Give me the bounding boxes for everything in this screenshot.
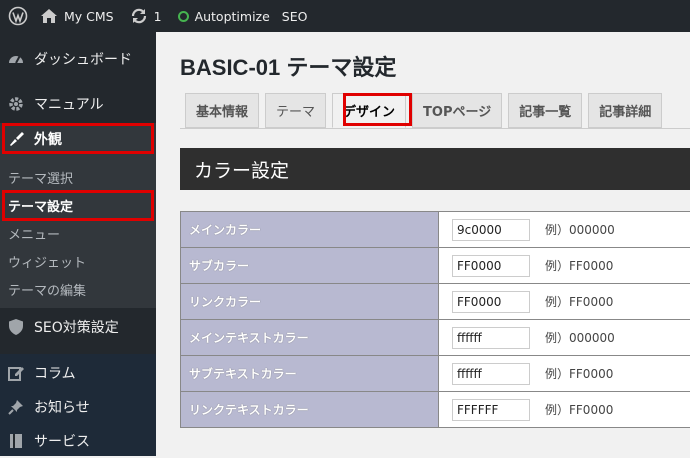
example-text: 例）FF0000 bbox=[545, 367, 614, 381]
refresh-icon bbox=[131, 8, 146, 24]
tab-theme[interactable]: テーマ bbox=[265, 93, 327, 128]
row-value: 例）FF0000 bbox=[439, 392, 690, 427]
highlight-box-design-tab bbox=[343, 93, 412, 126]
sub-color-input[interactable] bbox=[452, 254, 530, 277]
book-icon bbox=[6, 431, 26, 451]
tab-top-page[interactable]: TOPページ bbox=[412, 93, 503, 128]
menu-service-label: サービス bbox=[34, 434, 90, 450]
example-text: 例）FF0000 bbox=[545, 295, 614, 309]
page-title: BASIC-01 テーマ設定 bbox=[180, 55, 397, 80]
dashboard-icon bbox=[6, 49, 26, 69]
main-content: BASIC-01 テーマ設定 基本情報 テーマ デザイン TOPページ 記事一覧… bbox=[156, 32, 690, 456]
row-label: サブテキストカラー bbox=[181, 356, 439, 391]
autoptimize-label: Autoptimize bbox=[194, 8, 270, 24]
menu-news-label: お知らせ bbox=[34, 400, 90, 416]
menu-seo-settings[interactable]: SEO対策設定 bbox=[0, 310, 156, 344]
row-value: 例）000000 bbox=[439, 212, 690, 247]
site-name: My CMS bbox=[64, 8, 114, 24]
example-text: 例）000000 bbox=[545, 331, 615, 345]
row-value: 例）FF0000 bbox=[439, 356, 690, 391]
submenu-menus[interactable]: メニュー bbox=[8, 224, 60, 243]
row-label: リンクカラー bbox=[181, 284, 439, 319]
seo-link[interactable]: SEO bbox=[278, 0, 316, 32]
menu-seo-settings-label: SEO対策設定 bbox=[34, 320, 119, 336]
table-row: リンクテキストカラー 例）FF0000 bbox=[181, 392, 690, 428]
row-value: 例）FF0000 bbox=[439, 248, 690, 283]
edit-icon bbox=[6, 363, 26, 383]
example-text: 例）FF0000 bbox=[545, 259, 614, 273]
shield-icon bbox=[6, 317, 26, 337]
section-heading: カラー設定 bbox=[180, 148, 690, 190]
tab-article-detail[interactable]: 記事詳細 bbox=[588, 93, 663, 128]
example-text: 例）FF0000 bbox=[545, 403, 614, 417]
wordpress-logo-icon[interactable] bbox=[0, 0, 36, 32]
row-label: サブカラー bbox=[181, 248, 439, 283]
table-row: サブカラー 例）FF0000 bbox=[181, 248, 690, 284]
menu-column[interactable]: コラム bbox=[0, 356, 156, 390]
menu-manual-label: マニュアル bbox=[34, 97, 104, 113]
row-label: リンクテキストカラー bbox=[181, 392, 439, 427]
highlight-box-theme-settings bbox=[2, 190, 154, 221]
table-row: メインテキストカラー 例）000000 bbox=[181, 320, 690, 356]
autoptimize-link[interactable]: Autoptimize bbox=[170, 0, 278, 32]
gear-icon bbox=[6, 94, 26, 114]
admin-bar: My CMS 1 Autoptimize SEO bbox=[0, 0, 690, 32]
main-color-input[interactable] bbox=[452, 218, 530, 241]
site-home-link[interactable]: My CMS bbox=[36, 0, 122, 32]
link-color-input[interactable] bbox=[452, 290, 530, 313]
link-text-color-input[interactable] bbox=[452, 398, 530, 421]
row-label: メインテキストカラー bbox=[181, 320, 439, 355]
highlight-box-appearance bbox=[2, 123, 154, 154]
row-label: メインカラー bbox=[181, 212, 439, 247]
submenu-widgets[interactable]: ウィジェット bbox=[8, 252, 86, 271]
section-title: カラー設定 bbox=[194, 159, 290, 182]
home-icon bbox=[41, 9, 57, 23]
table-row: メインカラー 例）000000 bbox=[181, 212, 690, 248]
main-text-color-input[interactable] bbox=[452, 326, 530, 349]
updates-link[interactable]: 1 bbox=[122, 0, 170, 32]
table-row: リンクカラー 例）FF0000 bbox=[181, 284, 690, 320]
admin-sidebar: ダッシュボード マニュアル 外観 テーマ選択 テーマ設定 メニュー ウィジェット… bbox=[0, 32, 156, 456]
status-circle-icon bbox=[177, 10, 189, 22]
seo-label: SEO bbox=[281, 8, 308, 24]
settings-tabs: 基本情報 テーマ デザイン TOPページ 記事一覧 記事詳細 bbox=[185, 93, 663, 130]
tab-article-list[interactable]: 記事一覧 bbox=[508, 93, 583, 128]
table-row: サブテキストカラー 例）FF0000 bbox=[181, 356, 690, 392]
menu-dashboard[interactable]: ダッシュボード bbox=[0, 42, 156, 76]
row-value: 例）FF0000 bbox=[439, 284, 690, 319]
pin-icon bbox=[6, 397, 26, 417]
menu-news[interactable]: お知らせ bbox=[0, 390, 156, 424]
example-text: 例）000000 bbox=[545, 223, 615, 237]
updates-count: 1 bbox=[153, 8, 162, 24]
menu-column-label: コラム bbox=[34, 366, 76, 382]
appearance-submenu: テーマ選択 テーマ設定 メニュー ウィジェット テーマの編集 bbox=[0, 154, 156, 308]
menu-service[interactable]: サービス bbox=[0, 424, 156, 458]
menu-dashboard-label: ダッシュボード bbox=[34, 52, 132, 68]
submenu-theme-select[interactable]: テーマ選択 bbox=[8, 168, 73, 187]
sub-text-color-input[interactable] bbox=[452, 362, 530, 385]
menu-manual[interactable]: マニュアル bbox=[0, 87, 156, 121]
submenu-theme-editor[interactable]: テーマの編集 bbox=[8, 280, 86, 299]
color-settings-table: メインカラー 例）000000 サブカラー 例）FF0000 リンクカラー 例）… bbox=[180, 211, 690, 428]
tab-basic-info[interactable]: 基本情報 bbox=[185, 93, 260, 128]
row-value: 例）000000 bbox=[439, 320, 690, 355]
